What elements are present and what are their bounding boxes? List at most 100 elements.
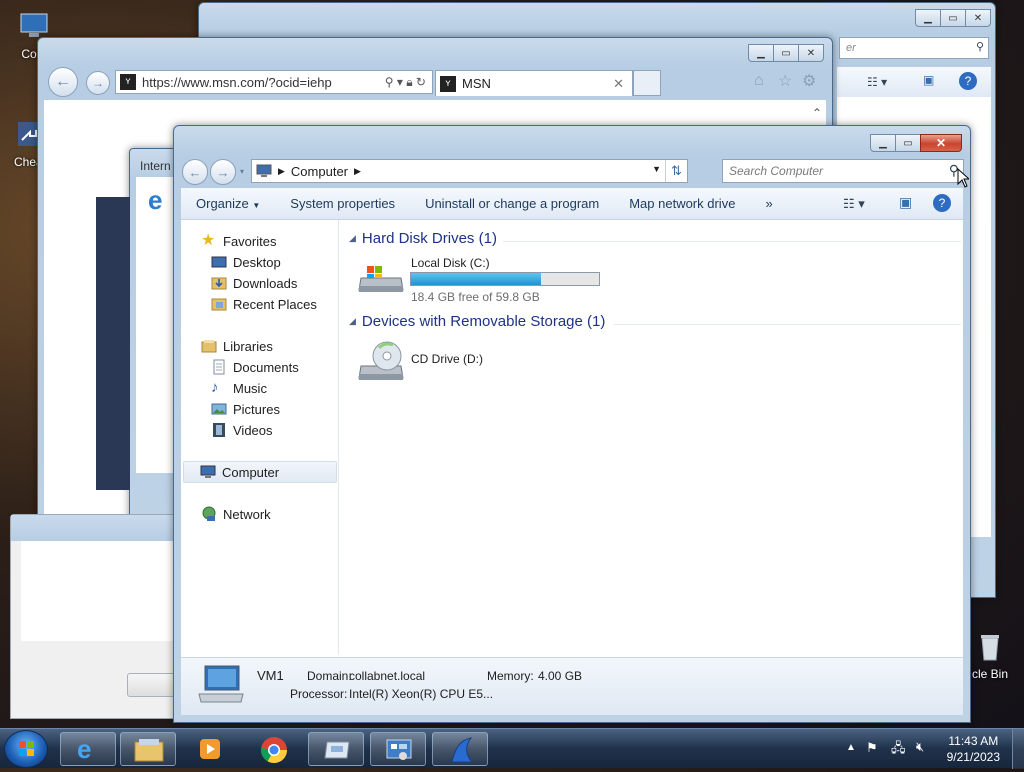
nav-item-libraries[interactable]: Libraries [201,336,273,356]
drive-cd-drive-d[interactable]: CD Drive (D:) [357,338,557,388]
system-properties-button[interactable]: System properties [275,196,410,211]
network-status-icon[interactable]: 🖧︎ [891,739,906,761]
minimize-button[interactable]: ▁ [870,134,896,152]
show-desktop-button[interactable] [1012,729,1024,769]
view-options-icon[interactable]: ☷ ▾ [867,75,887,89]
maximize-button[interactable]: ▭ [895,134,921,152]
nav-label: Network [223,506,271,522]
address-bar[interactable]: ▶ Computer ▶ ▼ ⇅ [251,159,688,183]
maximize-button[interactable]: ▭ [773,44,799,62]
close-button[interactable]: ✕ [798,44,824,62]
drive-name: CD Drive (D:) [411,352,483,366]
fin-app-icon [451,737,474,763]
action-center-flag-icon[interactable]: ⚑ [866,740,878,756]
nav-label: Pictures [233,401,280,417]
folder-icon [134,739,164,762]
tools-gear-icon[interactable]: ⚙ [802,71,816,91]
collapse-triangle-icon[interactable]: ◢ [349,233,356,244]
refresh-icon[interactable]: ⇅ [665,160,687,182]
home-icon[interactable]: ⌂ [754,72,764,90]
uninstall-program-button[interactable]: Uninstall or change a program [410,196,614,211]
taskbar-app-window[interactable] [308,732,364,766]
command-bar: Organize ▼ System properties Uninstall o… [181,188,963,220]
nav-item-recent-places[interactable]: Recent Places [211,294,317,314]
nav-item-favorites[interactable]: ★ Favorites [201,231,276,251]
forward-button[interactable]: → [210,159,236,185]
forward-button[interactable]: → [86,71,110,95]
nav-item-computer[interactable]: Computer [183,461,337,483]
window-app-icon [324,741,350,759]
chevron-up-icon[interactable]: ⌃ [812,106,822,120]
group-header-hard-disk-drives[interactable]: ◢ Hard Disk Drives (1) [349,230,497,247]
explorer-window[interactable]: ▁ ▭ ✕ ← → ▾ ▶ Computer ▶ ▼ ⇅ Search Comp… [173,125,971,723]
nav-item-desktop[interactable]: Desktop [211,252,281,272]
taskbar-shark-app[interactable] [432,732,488,766]
taskbar-chrome[interactable] [246,732,302,766]
dialog-title: Intern [140,159,171,173]
computer-icon [256,164,272,177]
computer-icon [200,465,216,478]
preview-pane-icon[interactable]: ▣ [923,73,934,87]
videos-icon [213,423,225,437]
close-button[interactable]: ✕ [920,134,962,152]
maximize-button[interactable]: ▭ [940,9,966,27]
nav-item-videos[interactable]: Videos [211,420,273,440]
preview-pane-icon[interactable]: ▣ [899,194,912,211]
network-icon [202,506,216,521]
breadcrumb-separator-icon[interactable]: ▶ [278,166,285,177]
help-icon[interactable]: ? [933,194,951,212]
computer-name: VM1 [257,668,284,683]
explorer-body: ★ Favorites Desktop Downloads Recent Pla… [181,220,963,715]
taskbar-system-app[interactable] [370,732,426,766]
recent-places-icon [211,298,227,311]
address-bar[interactable]: ʏ https://www.msn.com/?ocid=iehp ⚲ ▾ 🔒︎ … [115,70,433,94]
tab-msn[interactable]: ʏ MSN ✕ [435,70,633,96]
favorites-star-icon[interactable]: ☆ [778,71,792,91]
nav-item-network[interactable]: Network [201,504,271,524]
windows-logo-icon [19,741,34,756]
forward-arrow-icon: → [216,164,230,180]
drive-local-disk-c[interactable]: Local Disk (C:) 18.4 GB free of 59.8 GB [357,254,617,304]
nav-label: Recent Places [233,296,317,312]
nav-item-downloads[interactable]: Downloads [211,273,297,293]
nav-label: Computer [222,464,280,480]
organize-button[interactable]: Organize ▼ [181,196,275,211]
close-button[interactable]: ✕ [965,9,991,27]
show-hidden-icons-icon[interactable]: ▲ [846,742,856,753]
group-header-label: Devices with Removable Storage (1) [361,313,606,330]
more-commands-button[interactable]: » [750,196,787,211]
map-network-drive-button[interactable]: Map network drive [614,196,750,211]
group-header-removable-storage[interactable]: ◢ Devices with Removable Storage (1) [349,313,605,330]
search-input[interactable]: Search Computer ⚲ [722,159,964,183]
search-icon[interactable]: ⚲ [976,40,984,53]
recent-pages-chevron-icon[interactable]: ▾ [240,167,244,176]
help-icon[interactable]: ? [959,72,977,90]
taskbar-internet-explorer[interactable]: e [60,732,116,766]
view-options-icon[interactable]: ☷ ▾ [843,196,865,212]
system-clock[interactable]: 11:43 AM 9/21/2023 [947,733,1000,765]
volume-muted-icon[interactable]: 🔇︎ [916,739,924,755]
clock-date: 9/21/2023 [946,750,1000,764]
partial-window[interactable] [10,514,187,719]
nav-item-music[interactable]: ♪ Music [211,378,267,398]
new-tab-button[interactable] [633,70,661,96]
back-button[interactable]: ← [182,159,208,185]
navigation-pane: ★ Favorites Desktop Downloads Recent Pla… [181,220,339,655]
start-button[interactable] [4,730,48,768]
taskbar-windows-explorer[interactable] [120,732,176,766]
breadcrumb-separator-icon[interactable]: ▶ [354,166,361,177]
minimize-button[interactable]: ▁ [915,9,941,27]
collapse-triangle-icon[interactable]: ◢ [349,316,356,327]
minimize-button[interactable]: ▁ [748,44,774,62]
nav-item-documents[interactable]: Documents [211,357,299,377]
address-dropdown-icon[interactable]: ▼ [652,164,661,174]
tab-close-icon[interactable]: ✕ [613,76,624,92]
back-button[interactable]: ← [48,67,78,97]
taskbar-media-player[interactable] [182,732,238,766]
downloads-icon [211,277,227,290]
group-divider [613,324,961,325]
search-input[interactable]: er ⚲ [839,37,989,59]
drive-usage-fill [411,273,541,285]
breadcrumb-computer[interactable]: Computer [291,164,348,179]
nav-item-pictures[interactable]: Pictures [211,399,280,419]
